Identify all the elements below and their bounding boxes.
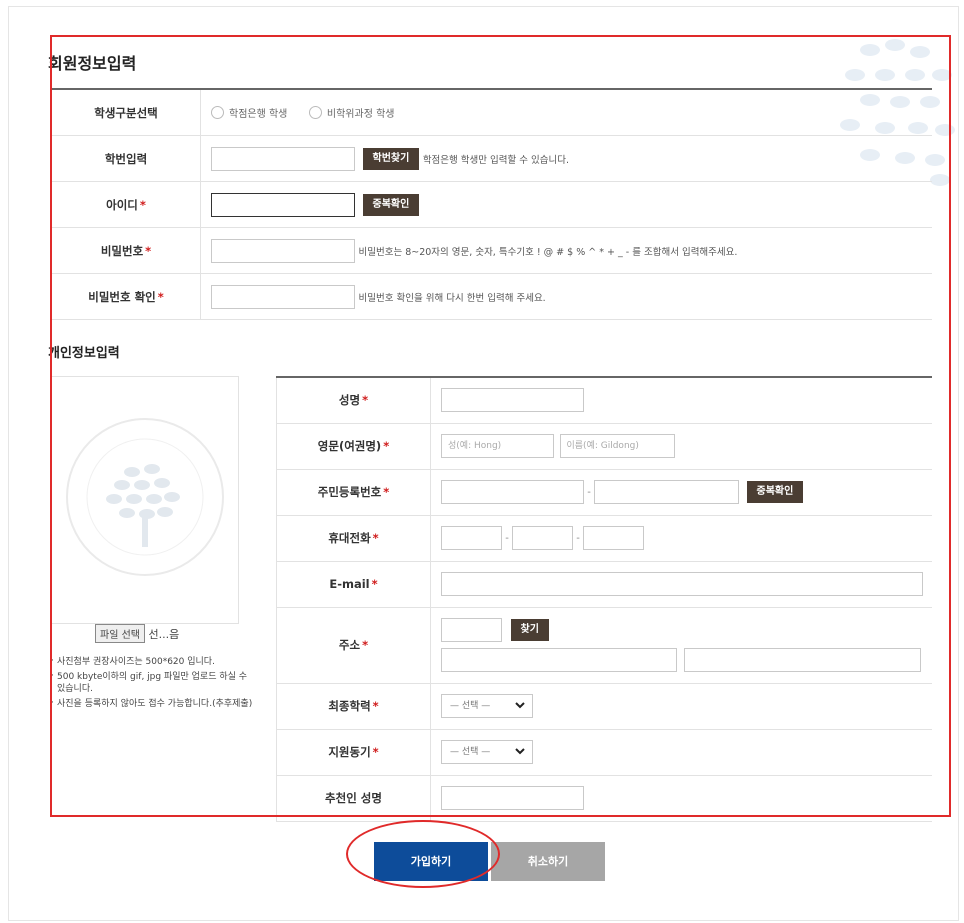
submit-highlight-ellipse — [346, 820, 500, 888]
cancel-button[interactable]: 취소하기 — [491, 842, 605, 881]
form-highlight-box — [50, 35, 951, 817]
